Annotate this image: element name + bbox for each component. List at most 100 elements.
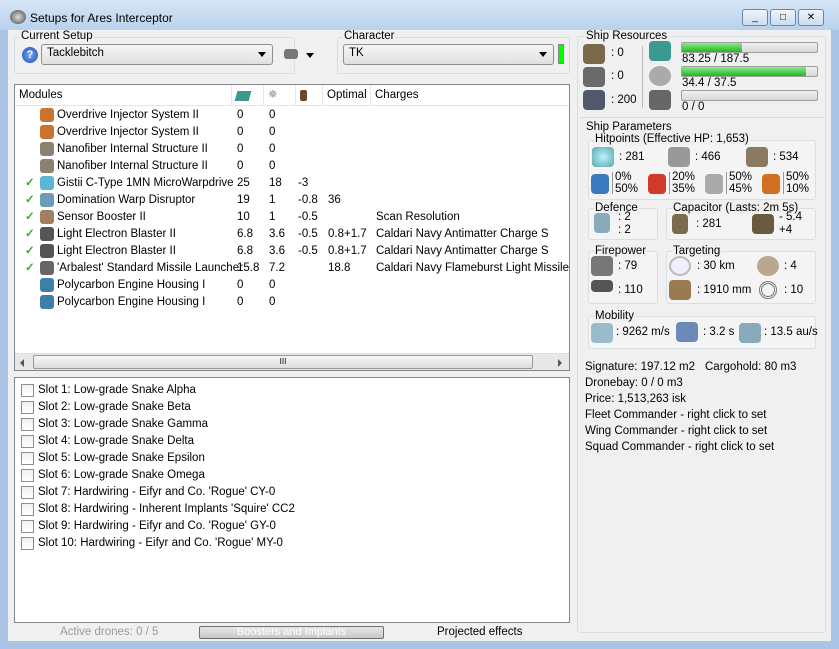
header-capacitor[interactable] [296, 85, 323, 106]
module-icon [40, 278, 54, 292]
module-row[interactable]: Overdrive Injector System II 0 0 [15, 124, 569, 141]
implant-row[interactable]: Slot 6: Low-grade Snake Omega [15, 467, 569, 484]
capacitor-amount: : 281 [696, 218, 722, 230]
turret-slots: : 0 [611, 47, 624, 59]
explosive-icon [762, 174, 780, 194]
module-powergrid: 3.6 [269, 245, 285, 257]
resist-value-b: 35% [672, 183, 696, 195]
resist-value-a: 0% [615, 171, 632, 183]
ship-menu-icon[interactable] [284, 49, 298, 59]
module-capacitor: -0.5 [298, 211, 318, 223]
implant-checkbox[interactable] [21, 435, 34, 448]
wing-commander[interactable]: Wing Commander - right click to set [585, 425, 767, 437]
module-row[interactable]: Polycarbon Engine Housing I 0 0 [15, 294, 569, 311]
implant-label: Slot 4: Low-grade Snake Delta [38, 435, 194, 447]
chevron-down-icon[interactable] [306, 53, 314, 58]
max-velocity: : 9262 m/s [616, 326, 670, 338]
module-icon [40, 210, 54, 224]
scroll-right-arrow[interactable] [558, 359, 562, 367]
implant-row[interactable]: Slot 5: Low-grade Snake Epsilon [15, 450, 569, 467]
module-powergrid: 1 [269, 211, 276, 223]
implant-row[interactable]: Slot 8: Hardwiring - Inherent Implants '… [15, 501, 569, 518]
fleet-commander[interactable]: Fleet Commander - right click to set [585, 409, 767, 421]
modules-list[interactable]: Modules ✵ Optimal Charges Overdrive Inje… [14, 84, 570, 371]
module-row[interactable]: ✓ Light Electron Blaster II 6.8 3.6 -0.5 0.8+… [15, 243, 569, 260]
implant-row[interactable]: Slot 10: Hardwiring - Eifyr and Co. 'Rog… [15, 535, 569, 552]
resist-divider [612, 172, 613, 194]
cpu-bar [681, 42, 818, 53]
header-powergrid[interactable]: ✵ [264, 85, 296, 106]
projected-effects-tab[interactable]: Projected effects [437, 626, 522, 638]
scroll-left-arrow[interactable] [20, 359, 24, 367]
header-optimal[interactable]: Optimal [323, 85, 371, 106]
module-capacitor: -3 [298, 177, 309, 189]
module-cpu: 0 [237, 126, 244, 138]
launcher-slots: : 0 [611, 70, 624, 82]
resist-divider [669, 172, 670, 194]
implant-checkbox[interactable] [21, 537, 34, 550]
chevron-down-icon [258, 52, 266, 57]
horizontal-scrollbar[interactable]: III [15, 353, 569, 370]
character-select[interactable]: TK [343, 44, 554, 65]
capacitor-icon [300, 90, 307, 101]
implants-list[interactable]: Slot 1: Low-grade Snake Alpha Slot 2: Low… [14, 377, 570, 623]
implant-checkbox[interactable] [21, 520, 34, 533]
maximize-button[interactable]: □ [770, 9, 796, 26]
module-row[interactable]: ✓ Sensor Booster II 10 1 -0.5 Scan Resolution [15, 209, 569, 226]
implant-checkbox[interactable] [21, 384, 34, 397]
implant-checkbox[interactable] [21, 503, 34, 516]
module-row[interactable]: ✓ 'Arbalest' Standard Missile Launcher 15.… [15, 260, 569, 277]
module-row[interactable]: Overdrive Injector System II 0 0 [15, 107, 569, 124]
scroll-thumb[interactable]: III [33, 355, 533, 369]
powergrid-icon: ✵ [268, 89, 278, 101]
cpu-icon [234, 91, 252, 101]
module-optimal: 36 [328, 194, 341, 206]
kinetic-icon [705, 174, 723, 194]
module-row[interactable]: Nanofiber Internal Structure II 0 0 [15, 158, 569, 175]
header-cpu[interactable] [232, 85, 264, 106]
armor-icon [668, 147, 690, 167]
implant-checkbox[interactable] [21, 469, 34, 482]
implant-row[interactable]: Slot 3: Low-grade Snake Gamma [15, 416, 569, 433]
setup-value: Tacklebitch [47, 47, 104, 59]
launcher-hardpoint-icon [583, 67, 605, 87]
align-time: : 3.2 s [703, 326, 735, 338]
help-icon[interactable]: ? [22, 47, 38, 63]
module-cpu: 0 [237, 143, 244, 155]
module-row[interactable]: Nanofiber Internal Structure II 0 0 [15, 141, 569, 158]
implant-row[interactable]: Slot 7: Hardwiring - Eifyr and Co. 'Rogu… [15, 484, 569, 501]
minimize-button[interactable]: _ [742, 9, 768, 26]
module-capacitor: -0.8 [298, 194, 318, 206]
powergrid-bar-fill [682, 67, 806, 76]
implant-row[interactable]: Slot 9: Hardwiring - Eifyr and Co. 'Rogu… [15, 518, 569, 535]
module-cpu: 0 [237, 109, 244, 121]
active-drones-tab[interactable]: Active drones: 0 / 5 [60, 626, 158, 638]
implant-row[interactable]: Slot 2: Low-grade Snake Beta [15, 399, 569, 416]
implant-checkbox[interactable] [21, 486, 34, 499]
squad-commander[interactable]: Squad Commander - right click to set [585, 441, 774, 453]
header-charges[interactable]: Charges [371, 85, 569, 106]
implant-checkbox[interactable] [21, 418, 34, 431]
module-row[interactable]: ✓ Domination Warp Disruptor 19 1 -0.8 36 [15, 192, 569, 209]
scan-resolution-icon [669, 280, 691, 300]
module-row[interactable]: ✓ Gistii C-Type 1MN MicroWarpdrive 25 18 -3 [15, 175, 569, 192]
boosters-implants-tab[interactable]: Boosters and Implants [199, 626, 384, 639]
drone-bandwidth-icon [649, 90, 671, 110]
implant-row[interactable]: Slot 1: Low-grade Snake Alpha [15, 382, 569, 399]
header-modules[interactable]: Modules [15, 85, 232, 106]
implant-checkbox[interactable] [21, 401, 34, 414]
module-icon [40, 142, 54, 156]
close-button[interactable]: ✕ [798, 9, 824, 26]
implant-row[interactable]: Slot 4: Low-grade Snake Delta [15, 433, 569, 450]
dps-value: : 79 [618, 260, 638, 272]
module-row[interactable]: Polycarbon Engine Housing I 0 0 [15, 277, 569, 294]
active-check-icon: ✓ [25, 177, 35, 189]
signature: Signature: 197.12 m2 [585, 361, 695, 373]
active-check-icon: ✓ [25, 245, 35, 257]
module-row[interactable]: ✓ Light Electron Blaster II 6.8 3.6 -0.5 0.8+… [15, 226, 569, 243]
speed-icon [591, 323, 613, 343]
character-status-indicator [558, 44, 564, 64]
module-powergrid: 3.6 [269, 228, 285, 240]
implant-checkbox[interactable] [21, 452, 34, 465]
setup-select[interactable]: Tacklebitch [41, 44, 273, 65]
